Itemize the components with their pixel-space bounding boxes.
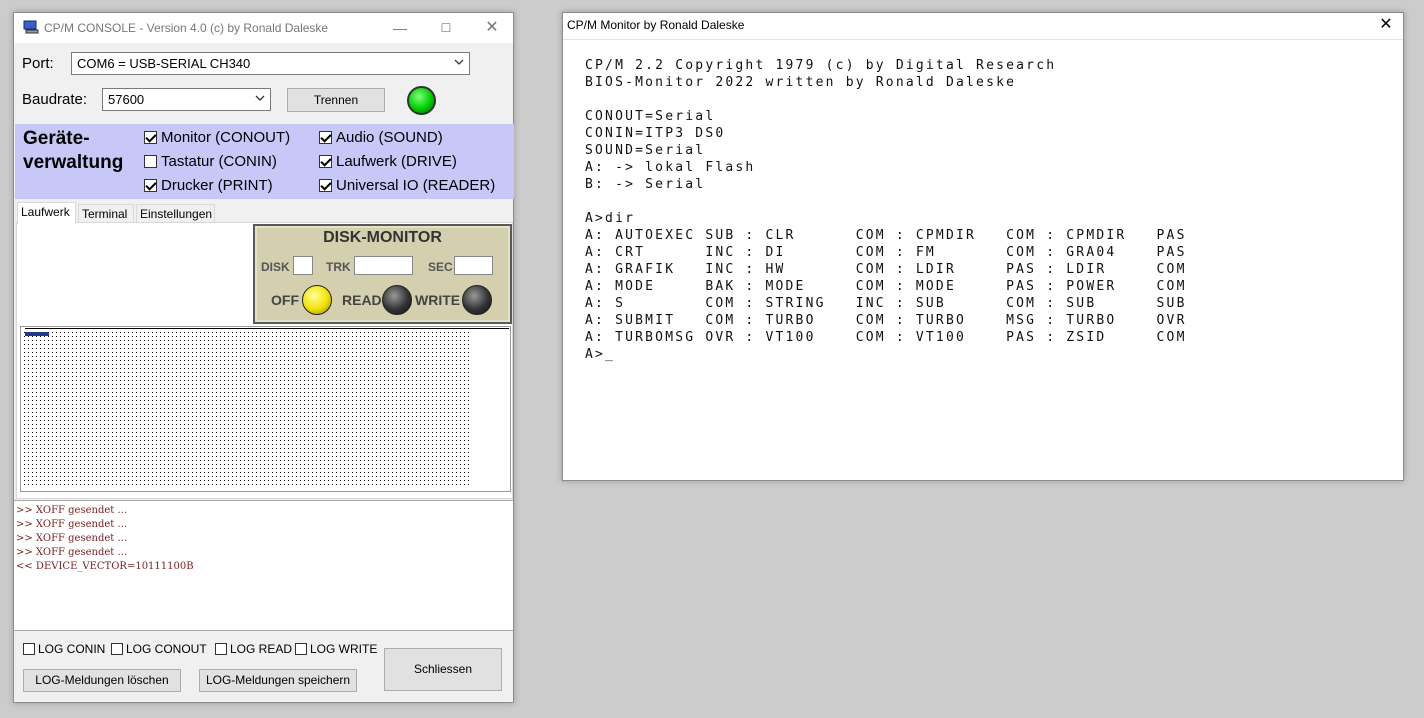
- close-button[interactable]: Schliessen: [384, 648, 502, 691]
- titlebar-divider: [563, 39, 1403, 40]
- disk-monitor-panel: DISK-MONITOR DISK TRK SEC OFF READ WRITE: [253, 224, 512, 324]
- clear-log-button[interactable]: LOG-Meldungen löschen: [23, 669, 181, 692]
- log-output[interactable]: >> XOFF gesendet ... >> XOFF gesendet ..…: [14, 500, 513, 631]
- connection-status-led: [407, 86, 436, 115]
- log-line: << DEVICE_VECTOR=10111100B: [16, 561, 194, 572]
- baudrate-select[interactable]: 57600: [102, 88, 271, 111]
- log-conout-checkbox[interactable]: LOG CONOUT: [111, 642, 207, 656]
- save-log-button[interactable]: LOG-Meldungen speichern: [199, 669, 357, 692]
- terminal-line: A: TURBOMSG OVR : VT100 COM : VT100 PAS …: [585, 330, 1187, 345]
- console-titlebar[interactable]: CP/M CONSOLE - Version 4.0 (c) by Ronald…: [14, 13, 513, 43]
- log-conin-checkbox[interactable]: LOG CONIN: [23, 642, 105, 656]
- baudrate-label: Baudrate:: [22, 91, 88, 108]
- terminal-line: A: AUTOEXEC SUB : CLR COM : CPMDIR COM :…: [585, 228, 1187, 243]
- sector-highlight: [25, 332, 49, 336]
- keyboard-conin-checkbox[interactable]: Tastatur (CONIN): [144, 153, 277, 170]
- track-label: TRK: [326, 260, 351, 274]
- terminal-line: B: -> Serial: [585, 177, 706, 192]
- log-read-checkbox[interactable]: LOG READ: [215, 642, 292, 656]
- drive-checkbox[interactable]: Laufwerk (DRIVE): [319, 153, 457, 170]
- chevron-down-icon: [454, 59, 464, 65]
- log-line: >> XOFF gesendet ...: [16, 505, 127, 516]
- sector-field: [454, 256, 493, 275]
- terminal-output[interactable]: CP/M 2.2 Copyright 1979 (c) by Digital R…: [585, 57, 1187, 363]
- console-title: CP/M CONSOLE - Version 4.0 (c) by Ronald…: [44, 21, 329, 35]
- disk-field: [293, 256, 313, 275]
- log-line: >> XOFF gesendet ...: [16, 547, 127, 558]
- console-window: CP/M CONSOLE - Version 4.0 (c) by Ronald…: [13, 12, 514, 703]
- terminal-prompt: A>_: [585, 347, 616, 362]
- tab-terminal[interactable]: Terminal: [78, 204, 134, 224]
- sector-grid: [24, 332, 472, 487]
- terminal-line: SOUND=Serial: [585, 143, 706, 158]
- audio-sound-checkbox[interactable]: Audio (SOUND): [319, 129, 443, 146]
- monitor-window: CP/M Monitor by Ronald Daleske ✕ CP/M 2.…: [562, 12, 1404, 481]
- disconnect-button[interactable]: Trennen: [287, 88, 385, 112]
- terminal-line: A: MODE BAK : MODE COM : MODE PAS : POWE…: [585, 279, 1187, 294]
- device-management-panel: Geräte- verwaltung Monitor (CONOUT) Tast…: [15, 124, 514, 199]
- off-indicator-light: [302, 285, 332, 315]
- printer-print-checkbox[interactable]: Drucker (PRINT): [144, 177, 273, 194]
- port-select-value: COM6 = USB-SERIAL CH340: [77, 56, 251, 71]
- computer-app-icon: [23, 20, 39, 34]
- disk-sector-map: [20, 326, 511, 492]
- port-select[interactable]: COM6 = USB-SERIAL CH340: [71, 52, 470, 75]
- monitor-title: CP/M Monitor by Ronald Daleske: [567, 18, 745, 32]
- sector-map-divider: [25, 328, 509, 329]
- terminal-line: A: S COM : STRING INC : SUB COM : SUB SU…: [585, 296, 1187, 311]
- terminal-line: CONOUT=Serial: [585, 109, 716, 124]
- minimize-icon[interactable]: —: [377, 13, 423, 43]
- universal-io-reader-checkbox[interactable]: Universal IO (READER): [319, 177, 495, 194]
- disk-monitor-title: DISK-MONITOR: [323, 229, 442, 246]
- disk-label: DISK: [261, 260, 290, 274]
- terminal-line: A: -> lokal Flash: [585, 160, 756, 175]
- sector-label: SEC: [428, 260, 453, 274]
- terminal-line: A: CRT INC : DI COM : FM COM : GRA04 PAS: [585, 245, 1187, 260]
- log-write-checkbox[interactable]: LOG WRITE: [295, 642, 377, 656]
- tab-laufwerk[interactable]: Laufwerk: [17, 202, 76, 224]
- close-icon[interactable]: ✕: [469, 13, 515, 43]
- device-management-title: Geräte- verwaltung: [23, 128, 124, 173]
- read-label: READ: [342, 292, 382, 308]
- drive-tab-page: DISK-MONITOR DISK TRK SEC OFF READ WRITE: [16, 222, 513, 499]
- terminal-line: A>dir: [585, 211, 636, 226]
- close-icon[interactable]: ✕: [1369, 13, 1403, 39]
- log-line: >> XOFF gesendet ...: [16, 519, 127, 530]
- tab-einstellungen[interactable]: Einstellungen: [136, 204, 215, 224]
- terminal-line: CP/M 2.2 Copyright 1979 (c) by Digital R…: [585, 58, 1057, 73]
- read-indicator-light: [382, 285, 412, 315]
- port-label: Port:: [22, 55, 54, 72]
- maximize-icon[interactable]: ☐: [423, 13, 469, 43]
- write-label: WRITE: [415, 292, 461, 308]
- terminal-line: A: GRAFIK INC : HW COM : LDIR PAS : LDIR…: [585, 262, 1187, 277]
- baudrate-select-value: 57600: [108, 92, 145, 107]
- log-line: >> XOFF gesendet ...: [16, 533, 127, 544]
- terminal-line: CONIN=ITP3 DS0: [585, 126, 726, 141]
- terminal-line: BIOS-Monitor 2022 written by Ronald Dale…: [585, 75, 1017, 90]
- terminal-line: A: SUBMIT COM : TURBO COM : TURBO MSG : …: [585, 313, 1187, 328]
- chevron-down-icon: [255, 95, 265, 101]
- off-label: OFF: [271, 292, 299, 308]
- monitor-conout-checkbox[interactable]: Monitor (CONOUT): [144, 129, 290, 146]
- write-indicator-light: [462, 285, 492, 315]
- track-field: [354, 256, 413, 275]
